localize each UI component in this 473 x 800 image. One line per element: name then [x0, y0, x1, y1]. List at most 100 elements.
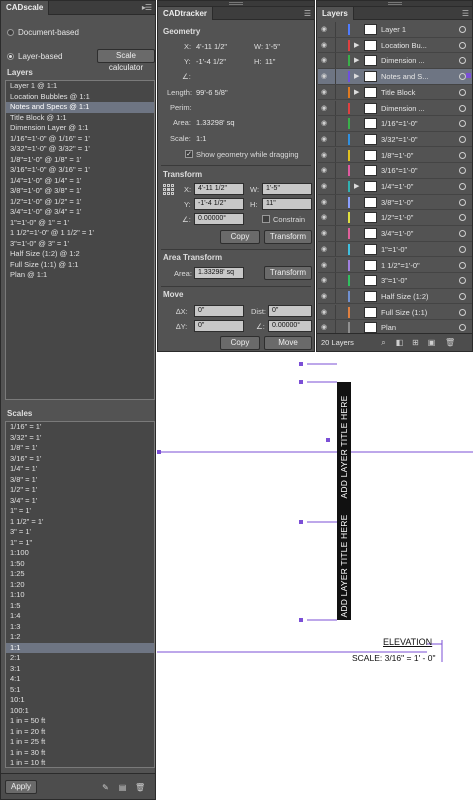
selection-handle[interactable] — [299, 362, 303, 366]
scale-list-item[interactable]: 1/4" = 1' — [6, 464, 154, 475]
layer-list-item[interactable]: Layer 1 @ 1:1 — [6, 81, 154, 92]
scale-list-item[interactable]: 10:1 — [6, 695, 154, 706]
layer-list-item[interactable]: 3/16"=1'-0" @ 3/16" = 1' — [6, 165, 154, 176]
distance-field[interactable]: 0" — [268, 305, 312, 317]
scale-list-item[interactable]: 1 in = 25 ft — [6, 737, 154, 748]
target-circle-icon[interactable] — [459, 324, 466, 332]
visibility-eye-icon[interactable]: ◉ — [321, 214, 331, 221]
scale-list-item[interactable]: 3" = 1' — [6, 527, 154, 538]
layer-row[interactable]: ◉ Half Size (1:2) — [318, 288, 472, 305]
visibility-eye-icon[interactable]: ◉ — [321, 136, 331, 143]
layer-row[interactable]: ◉ ▶ 1/4"=1'-0" — [318, 179, 472, 195]
transform-w-field[interactable]: 1'-5" — [262, 183, 312, 195]
visibility-eye-icon[interactable]: ◉ — [321, 73, 331, 80]
visibility-eye-icon[interactable]: ◉ — [321, 42, 331, 49]
layer-row[interactable]: ◉ 3/4"=1'-0" — [318, 226, 472, 242]
scale-list-item[interactable]: 3/8" = 1' — [6, 475, 154, 486]
move-angle-field[interactable]: 0.00000° — [268, 320, 312, 332]
visibility-eye-icon[interactable]: ◉ — [321, 199, 331, 206]
layer-row[interactable]: ◉ 3/8"=1'-0" — [318, 194, 472, 211]
layer-row[interactable]: ◉ Layer 1 — [318, 22, 472, 38]
target-circle-icon[interactable] — [459, 151, 466, 159]
area-transform-button[interactable]: Transform — [264, 266, 312, 280]
visibility-eye-icon[interactable]: ◉ — [321, 183, 331, 190]
scale-list-item[interactable]: 1:20 — [6, 580, 154, 591]
layer-row[interactable]: ◉ ▶ Location Bu... — [318, 37, 472, 54]
target-circle-icon[interactable] — [459, 183, 466, 190]
layer-row[interactable]: ◉ 1"=1'-0" — [318, 241, 472, 258]
layer-list-item[interactable]: 3"=1'-0" @ 3" = 1' — [6, 239, 154, 250]
scale-list-item[interactable]: 1:1 — [6, 642, 154, 653]
scale-list-item[interactable]: 1:50 — [6, 559, 154, 570]
layer-row[interactable]: ◉ 3/16"=1'-0" — [318, 163, 472, 179]
visibility-eye-icon[interactable]: ◉ — [321, 167, 331, 174]
scale-list-item[interactable]: 5:1 — [6, 685, 154, 696]
layer-list-item[interactable]: 1"=1'-0" @ 1" = 1' — [6, 218, 154, 229]
visibility-eye-icon[interactable]: ◉ — [321, 26, 331, 33]
selection-handle[interactable] — [326, 438, 330, 442]
search-icon[interactable]: ⌕ — [379, 338, 388, 347]
visibility-eye-icon[interactable]: ◉ — [321, 262, 331, 269]
scale-list-item[interactable]: 2:1 — [6, 653, 154, 664]
target-circle-icon[interactable] — [459, 198, 466, 206]
scale-list-item[interactable]: 1 1/2" = 1' — [6, 517, 154, 528]
layer-row[interactable]: ◉ 3/32"=1'-0" — [318, 131, 472, 148]
expand-arrow-icon[interactable]: ▶ — [354, 72, 359, 80]
target-circle-icon[interactable] — [459, 261, 466, 269]
expand-arrow-icon[interactable]: ▶ — [354, 56, 359, 64]
target-circle-icon[interactable] — [459, 292, 466, 300]
move-button[interactable]: Move — [264, 336, 312, 350]
layer-row[interactable]: ◉ ▶ Notes and S... — [318, 69, 472, 85]
layer-list-item[interactable]: Full Size (1:1) @ 1:1 — [6, 260, 154, 271]
layer-list[interactable]: Layer 1 @ 1:1 Location Bubbles @ 1:1 Notes… — [5, 80, 155, 400]
trash-icon[interactable]: 🗑 — [445, 338, 455, 347]
eyedropper-icon[interactable]: ✎ — [101, 783, 110, 792]
target-circle-icon[interactable] — [459, 73, 466, 81]
target-circle-icon[interactable] — [459, 41, 466, 49]
visibility-eye-icon[interactable]: ◉ — [321, 246, 331, 253]
scale-list-item[interactable]: 1:25 — [6, 569, 154, 580]
layer-row[interactable]: ◉ 1/2"=1'-0" — [318, 210, 472, 226]
layer-list-item[interactable]: 3/4"=1'-0" @ 3/4" = 1' — [6, 207, 154, 218]
target-circle-icon[interactable] — [459, 135, 466, 143]
panel-menu-icon[interactable]: ▸☰ — [142, 3, 152, 12]
scale-list-item[interactable]: 1:2 — [6, 632, 154, 643]
transform-y-field[interactable]: -1'-4 1/2" — [194, 198, 244, 210]
radio-selected-icon[interactable] — [7, 53, 14, 60]
target-circle-icon[interactable] — [459, 277, 466, 285]
layer-list-item[interactable]: Location Bubbles @ 1:1 — [6, 92, 154, 103]
scale-list-item[interactable]: 1" = 1' — [6, 506, 154, 517]
clip-mask-icon[interactable]: ◧ — [395, 338, 404, 347]
layer-list-item[interactable]: 1/8"=1'-0" @ 1/8" = 1' — [6, 155, 154, 166]
scale-calculator-button[interactable]: Scale calculator — [97, 49, 155, 72]
scale-list-item[interactable]: 1:4 — [6, 611, 154, 622]
selection-handle[interactable] — [299, 380, 303, 384]
transform-copy-button[interactable]: Copy — [220, 230, 260, 244]
scale-list-item[interactable]: 1 in = 30 ft — [6, 748, 154, 759]
visibility-eye-icon[interactable]: ◉ — [321, 293, 331, 300]
scale-list-item[interactable]: 3/16" = 1' — [6, 454, 154, 465]
visibility-eye-icon[interactable]: ◉ — [321, 89, 331, 96]
scale-list-item[interactable]: 4:1 — [6, 674, 154, 685]
visibility-eye-icon[interactable]: ◉ — [321, 152, 331, 159]
layers-tab[interactable]: Layers — [317, 7, 354, 20]
selected-art-indicator[interactable] — [466, 73, 471, 79]
target-circle-icon[interactable] — [459, 57, 466, 65]
selection-handle[interactable] — [299, 618, 303, 622]
target-circle-icon[interactable] — [459, 26, 466, 33]
target-circle-icon[interactable] — [459, 120, 466, 128]
scale-list-item[interactable]: 100:1 — [6, 706, 154, 717]
layer-list-item[interactable]: 3/8"=1'-0" @ 3/8" = 1' — [6, 186, 154, 197]
trash-icon[interactable]: 🗑 — [135, 783, 145, 792]
scale-list-item[interactable]: 3/4" = 1' — [6, 496, 154, 507]
visibility-eye-icon[interactable]: ◉ — [321, 57, 331, 64]
reference-point-icon[interactable] — [163, 184, 174, 195]
layer-list-item[interactable]: 3/32"=1'-0" @ 3/32" = 1' — [6, 144, 154, 155]
target-circle-icon[interactable] — [459, 230, 466, 238]
layer-list-item[interactable]: Half Size (1:2) @ 1:2 — [6, 249, 154, 260]
layer-list-item[interactable]: 1/4"=1'-0" @ 1/4" = 1' — [6, 176, 154, 187]
layer-list-item[interactable]: Title Block @ 1:1 — [6, 113, 154, 124]
artboard[interactable]: ADD LAYER TITLE HERE ADD LAYER TITLE HER… — [157, 352, 473, 800]
transform-h-field[interactable]: 11" — [262, 198, 312, 210]
scale-list-item[interactable]: 3/32" = 1' — [6, 433, 154, 444]
